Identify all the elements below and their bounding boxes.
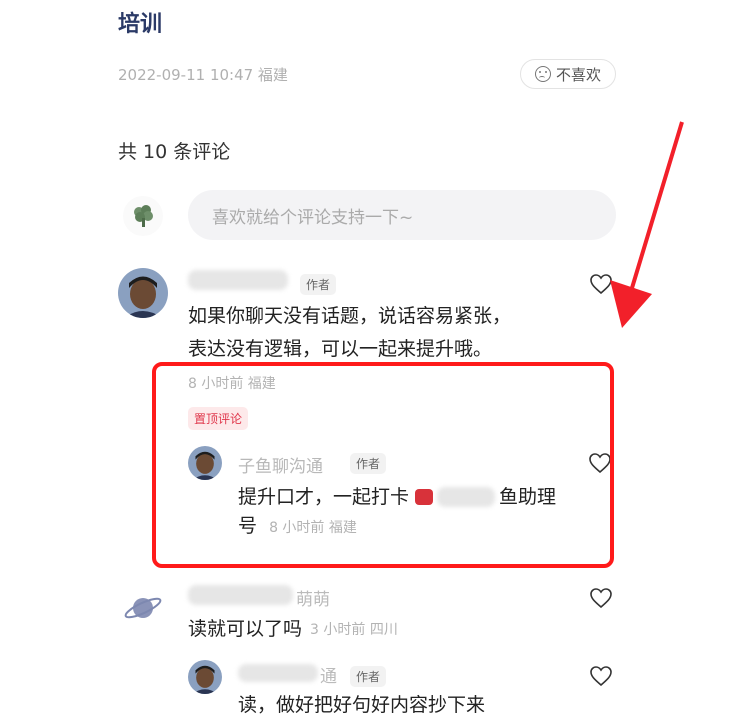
dislike-label: 不喜欢 <box>555 65 601 84</box>
avatar[interactable] <box>118 268 168 318</box>
comment-input[interactable]: 喜欢就给个评论支持一下~ <box>188 190 616 240</box>
author-tag: 作者 <box>350 666 387 687</box>
user-avatar-plant-icon <box>123 196 163 236</box>
comment-text-line: 读就可以了吗 3 小时前 四川 <box>188 613 398 645</box>
reply-text: 读，做好把好句好内容抄下来 <box>238 694 486 716</box>
avatar[interactable] <box>188 660 222 694</box>
like-heart-icon[interactable] <box>589 586 613 610</box>
comment-text-line: 表达没有逻辑，可以一起来提升哦。 <box>188 338 493 360</box>
blurred-username <box>188 270 288 290</box>
reply-author-partial[interactable]: 通 <box>320 662 337 687</box>
author-tag: 作者 <box>300 274 337 295</box>
blurred-username <box>238 664 318 682</box>
article-meta: 2022-09-11 10:47 福建 <box>118 66 288 84</box>
dislike-button[interactable]: 不喜欢 <box>520 59 616 89</box>
comment-count: 共 10 条评论 <box>118 141 231 163</box>
comment-input-placeholder: 喜欢就给个评论支持一下~ <box>212 207 414 228</box>
like-heart-icon[interactable] <box>589 664 613 688</box>
planet-avatar-icon[interactable] <box>123 588 163 628</box>
page-title: 培训 <box>118 12 163 37</box>
comment-time: 3 小时前 四川 <box>310 622 398 638</box>
comment-text: 读就可以了吗 <box>188 618 303 640</box>
red-arrow-icon <box>610 121 684 328</box>
sad-face-icon <box>534 66 551 82</box>
highlight-box <box>152 362 614 568</box>
comment-author-partial[interactable]: 萌萌 <box>296 585 330 610</box>
blurred-username <box>188 585 293 605</box>
comment-text-line: 如果你聊天没有话题，说话容易紧张， <box>188 305 512 327</box>
